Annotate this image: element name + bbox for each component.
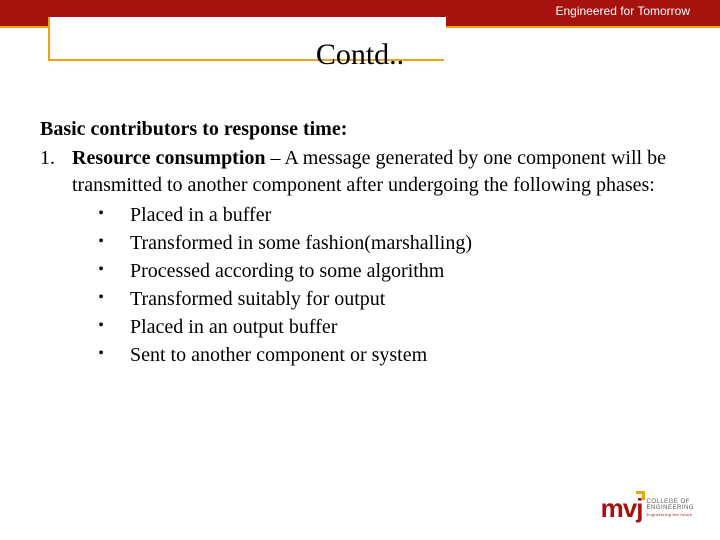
list-item: •Processed according to some algorithm xyxy=(72,257,680,285)
list-item: •Transformed suitably for output xyxy=(72,285,680,313)
bullet-icon: • xyxy=(72,285,130,309)
item-number: 1. xyxy=(40,145,72,369)
list-item: •Sent to another component or system xyxy=(72,341,680,369)
bullet-text: Placed in an output buffer xyxy=(130,313,680,341)
intro-line: Basic contributors to response time: xyxy=(40,116,680,143)
bullet-icon: • xyxy=(72,229,130,253)
bullet-list: •Placed in a buffer •Transformed in some… xyxy=(72,201,680,369)
list-item: •Transformed in some fashion(marshalling… xyxy=(72,229,680,257)
numbered-item: 1. Resource consumption – A message gene… xyxy=(40,145,680,369)
list-item: •Placed in a buffer xyxy=(72,201,680,229)
item-lead: Resource consumption xyxy=(72,147,266,169)
content-block: Basic contributors to response time: 1. … xyxy=(40,116,680,369)
bullet-icon: • xyxy=(72,201,130,225)
bullet-text: Processed according to some algorithm xyxy=(130,257,680,285)
logo-text: COLLEGE OF ENGINEERING Engineering the f… xyxy=(646,499,694,519)
bullet-text: Sent to another component or system xyxy=(130,341,680,369)
slide-title: Contd.. xyxy=(0,38,720,72)
bullet-icon: • xyxy=(72,341,130,365)
list-item: •Placed in an output buffer xyxy=(72,313,680,341)
logo-sub: Engineering the future xyxy=(646,512,692,517)
logo-line1: COLLEGE OF xyxy=(646,499,689,505)
bullet-icon: • xyxy=(72,313,130,337)
header-tagline: Engineered for Tomorrow xyxy=(555,4,690,18)
bullet-text: Placed in a buffer xyxy=(130,201,680,229)
bullet-icon: • xyxy=(72,257,130,281)
logo-line2: ENGINEERING xyxy=(646,505,694,511)
item-text: Resource consumption – A message generat… xyxy=(72,147,666,196)
bullet-text: Transformed suitably for output xyxy=(130,285,680,313)
bullet-text: Transformed in some fashion(marshalling) xyxy=(130,229,680,257)
item-body: Resource consumption – A message generat… xyxy=(72,145,680,369)
logo-mark: mvj xyxy=(601,493,643,524)
footer-logo: mvj COLLEGE OF ENGINEERING Engineering t… xyxy=(601,493,694,524)
